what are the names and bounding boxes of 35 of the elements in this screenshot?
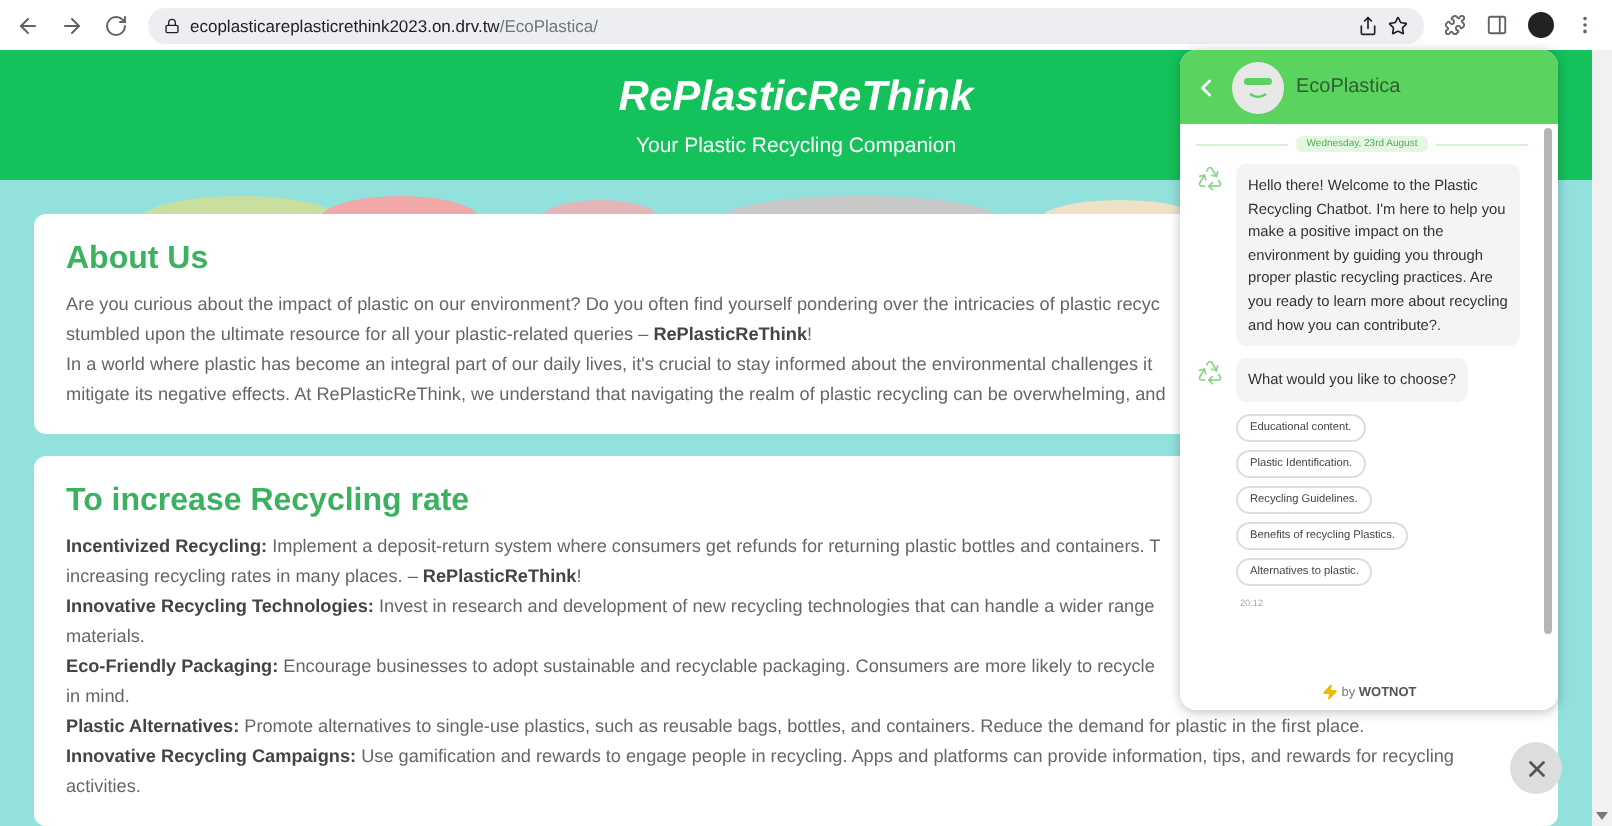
extensions-icon[interactable] xyxy=(1444,14,1466,36)
paragraph-line: activities. xyxy=(66,774,141,800)
paragraph-line: increasing recycling rates in many places. – RePlasticReThink! xyxy=(66,564,582,590)
lightning-icon xyxy=(1321,684,1338,700)
site-title: RePlasticReThink xyxy=(618,73,974,121)
chat-title: EcoPlastica xyxy=(1296,76,1401,98)
paragraph-line: In a world where plastic has become an integral part of our daily lives, it's crucial to stay informed about the environmental challenges it xyxy=(66,352,1153,378)
section-heading: About Us xyxy=(66,242,209,278)
paragraph-line: materials. xyxy=(66,624,145,650)
forward-icon[interactable] xyxy=(60,13,84,37)
paragraph-line: Eco-Friendly Packaging: Encourage businesses to adopt sustainable and recyclable packaging. Consumers are more likely to recycle xyxy=(66,654,1155,680)
paragraph-line: stumbled upon the ultimate resource for all your plastic-related queries – RePlasticReThink! xyxy=(66,322,813,348)
bot-icon xyxy=(1196,164,1224,192)
lock-icon xyxy=(164,17,180,33)
paragraph-line: in mind. xyxy=(66,684,130,710)
side-panel-icon[interactable] xyxy=(1486,14,1508,36)
close-icon xyxy=(1523,755,1549,781)
paragraph-line: Innovative Recycling Campaigns: Use gamification and rewards to engage people in recycling. Apps and platforms can provide information, tips, and rewards for recycling xyxy=(66,744,1454,770)
chat-scrollbar[interactable] xyxy=(1544,128,1552,634)
paragraph-line: Are you curious about the impact of plastic on our environment? Do you often find yourself pondering over the intricacies of plastic recyc xyxy=(66,292,1160,318)
back-icon[interactable] xyxy=(16,13,40,37)
profile-avatar[interactable] xyxy=(1528,12,1554,38)
paragraph-line: Innovative Recycling Technologies: Invest in research and development of new recycling technologies that can handle a wider range xyxy=(66,594,1155,620)
paragraph-line: Incentivized Recycling: Implement a deposit-return system where consumers get refunds for returning plastic bottles and containers. T xyxy=(66,534,1161,560)
site-subtitle: Your Plastic Recycling Companion xyxy=(635,133,957,157)
scrollbar[interactable] xyxy=(1592,50,1612,826)
paragraph-line: mitigate its negative effects. At RePlasticReThink, we understand that navigating the realm of plastic recycling can be overwhelming, and xyxy=(66,382,1166,408)
paragraph-line: Plastic Alternatives: Promote alternatives to single-use plastics, such as reusable bags, bottles, and containers. Reduce the demand for plastic in the first place. xyxy=(66,714,1365,740)
share-icon[interactable] xyxy=(1358,15,1378,35)
section-heading: To increase Recycling rate xyxy=(66,484,470,520)
bot-icon xyxy=(1196,358,1224,387)
star-icon[interactable] xyxy=(1388,15,1408,35)
reload-icon[interactable] xyxy=(104,13,128,37)
bot-avatar-icon xyxy=(1232,61,1284,113)
address-bar[interactable]: ecoplasticareplasticrethink2023.on.drv.tw/EcoPlastica/ xyxy=(148,7,1424,43)
